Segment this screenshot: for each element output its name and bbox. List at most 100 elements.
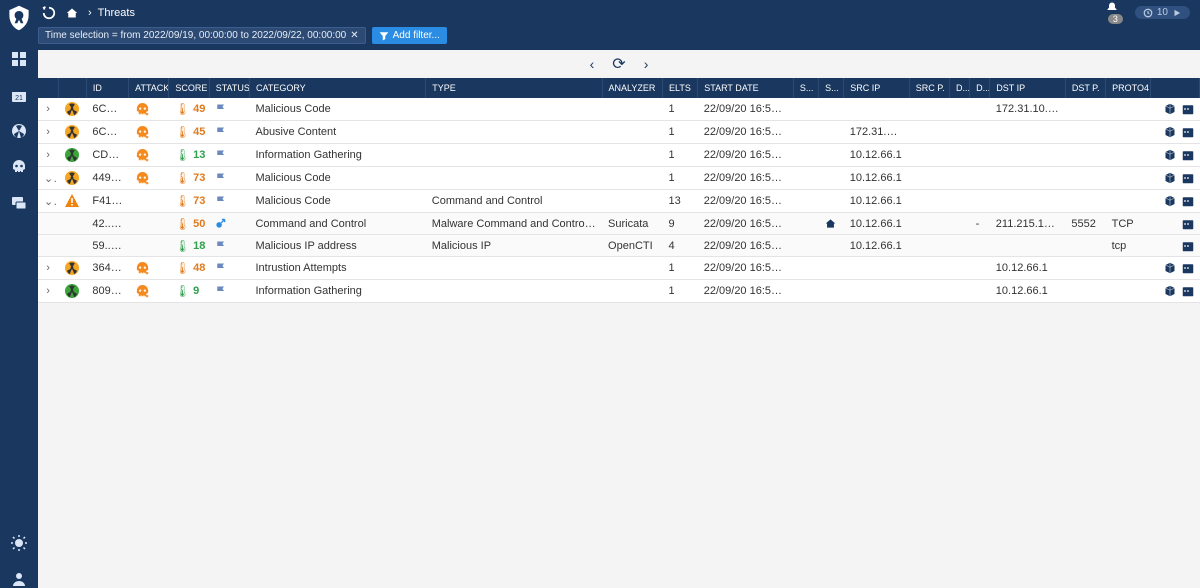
- col-s2[interactable]: S...: [819, 78, 844, 98]
- cell-proto: [1106, 257, 1151, 280]
- expand-toggle[interactable]: ⌄: [38, 190, 58, 213]
- row-action-cube[interactable]: [1164, 149, 1176, 161]
- time-filter-label: Time selection = from 2022/09/19, 00:00:…: [45, 30, 346, 41]
- table-row[interactable]: › 364C6... 🌡48 Intrustion Attempts 1 22/…: [38, 257, 1200, 280]
- col-d2[interactable]: D...: [970, 78, 990, 98]
- col-category[interactable]: CATEGORY: [249, 78, 425, 98]
- nav-dashboard-icon[interactable]: [10, 50, 28, 68]
- auto-refresh-pill[interactable]: 10: [1135, 6, 1190, 19]
- col-status[interactable]: STATUS: [209, 78, 249, 98]
- row-action-cal[interactable]: [1182, 218, 1194, 230]
- col-dstip[interactable]: DST IP: [990, 78, 1066, 98]
- row-action-cube[interactable]: [1164, 285, 1176, 297]
- cell-id: F4182...: [86, 190, 128, 213]
- col-attack[interactable]: ATTACK: [129, 78, 169, 98]
- table-row[interactable]: › 6CE2F... 🌡45 Abusive Content 1 22/09/2…: [38, 121, 1200, 144]
- expand-toggle[interactable]: ›: [38, 257, 58, 280]
- col-srcp[interactable]: SRC P.: [909, 78, 949, 98]
- table-row[interactable]: 42...events gr 🌡50 Command and Control M…: [38, 213, 1200, 235]
- nav-skull-icon[interactable]: [10, 158, 28, 176]
- col-type[interactable]: TYPE: [426, 78, 602, 98]
- col-elts[interactable]: ELTS: [662, 78, 697, 98]
- add-filter-button[interactable]: Add filter...: [372, 27, 447, 44]
- prev-page-icon[interactable]: ‹: [590, 56, 595, 72]
- cell-status[interactable]: [209, 98, 249, 121]
- table-row[interactable]: 59...events gr 🌡18 Malicious IP address …: [38, 235, 1200, 257]
- table-row[interactable]: ⌄ 44936... 🌡73 Malicious Code 1 22/09/20…: [38, 167, 1200, 190]
- cell-type: [426, 98, 602, 121]
- expand-toggle[interactable]: ›: [38, 144, 58, 167]
- nav-theme-icon[interactable]: [10, 534, 28, 552]
- row-action-cal[interactable]: [1182, 195, 1194, 207]
- row-action-cube[interactable]: [1164, 195, 1176, 207]
- nav-radiation-icon[interactable]: [10, 122, 28, 140]
- row-action-cal[interactable]: [1182, 172, 1194, 184]
- row-action-cal[interactable]: [1182, 149, 1194, 161]
- cell-attack: [129, 121, 169, 144]
- refresh-timer: 10: [1157, 7, 1168, 18]
- expand-toggle[interactable]: ⌄: [38, 167, 58, 190]
- cell-s2: [819, 144, 844, 167]
- home-icon[interactable]: [66, 7, 78, 19]
- expand-toggle[interactable]: ›: [38, 98, 58, 121]
- back-icon[interactable]: [42, 6, 56, 20]
- cell-status[interactable]: [209, 280, 249, 303]
- row-action-cal[interactable]: [1182, 240, 1194, 252]
- notifications-icon[interactable]: 3: [1106, 1, 1123, 25]
- male-icon: [215, 218, 243, 229]
- flag-icon: [215, 240, 243, 252]
- col-score[interactable]: SCORE: [169, 78, 209, 98]
- row-action-cube[interactable]: [1164, 262, 1176, 274]
- cell-status[interactable]: [209, 257, 249, 280]
- table-row[interactable]: › CD4FB... 🌡13 Information Gathering 1 2…: [38, 144, 1200, 167]
- row-action-cube[interactable]: [1164, 126, 1176, 138]
- col-s1[interactable]: S...: [793, 78, 818, 98]
- cell-start: 22/09/20 16:56:00: [698, 280, 794, 303]
- col-dstp[interactable]: DST P.: [1065, 78, 1105, 98]
- col-d1[interactable]: D...: [950, 78, 970, 98]
- nav-monitor-icon[interactable]: [10, 194, 28, 212]
- cell-status[interactable]: [209, 144, 249, 167]
- row-actions: [1157, 195, 1194, 207]
- thermometer-icon: 🌡: [175, 217, 190, 231]
- cell-srcip: 10.12.66.1: [844, 213, 909, 235]
- cell-elts: 1: [662, 257, 697, 280]
- time-filter-chip[interactable]: Time selection = from 2022/09/19, 00:00:…: [38, 27, 366, 44]
- threats-table: ID ATTACK SCORE STATUS CATEGORY TYPE ANA…: [38, 78, 1200, 303]
- expand-toggle[interactable]: ›: [38, 280, 58, 303]
- cell-category: Command and Control: [249, 213, 425, 235]
- col-start[interactable]: START DATE: [698, 78, 794, 98]
- row-action-cal[interactable]: [1182, 262, 1194, 274]
- close-icon[interactable]: ✕: [350, 30, 358, 41]
- cell-status[interactable]: [209, 121, 249, 144]
- cell-status[interactable]: [209, 235, 249, 257]
- row-action-cube[interactable]: [1164, 172, 1176, 184]
- cell-dstp: [1065, 144, 1105, 167]
- cell-category: Malicious Code: [249, 98, 425, 121]
- reload-icon[interactable]: ⟳: [612, 54, 625, 74]
- row-action-cal[interactable]: [1182, 126, 1194, 138]
- col-srcip[interactable]: SRC IP: [844, 78, 909, 98]
- thermometer-icon: 🌡: [175, 261, 190, 275]
- row-action-cal[interactable]: [1182, 103, 1194, 115]
- expand-toggle[interactable]: ›: [38, 121, 58, 144]
- nav-user-icon[interactable]: [10, 570, 28, 588]
- cell-status[interactable]: [209, 213, 249, 235]
- breadcrumb-page[interactable]: Threats: [98, 7, 135, 19]
- table-row[interactable]: › 809B1... 🌡9 Information Gathering 1 22…: [38, 280, 1200, 303]
- table-row[interactable]: ⌄ F4182... 🌡73 Malicious Code Command an…: [38, 190, 1200, 213]
- table-row[interactable]: › 6CE2F... 🌡49 Malicious Code 1 22/09/20…: [38, 98, 1200, 121]
- row-action-cal[interactable]: [1182, 285, 1194, 297]
- col-id[interactable]: ID: [86, 78, 128, 98]
- nav-calendar-icon[interactable]: 21: [10, 86, 28, 104]
- row-action-cube[interactable]: [1164, 103, 1176, 115]
- cell-id: CD4FB...: [86, 144, 128, 167]
- flag-icon: [215, 195, 243, 207]
- col-analyzer[interactable]: ANALYZER: [602, 78, 662, 98]
- next-page-icon[interactable]: ›: [644, 56, 649, 72]
- cell-d1: [950, 280, 970, 303]
- cell-status[interactable]: [209, 190, 249, 213]
- cell-status[interactable]: [209, 167, 249, 190]
- cell-d1: [950, 235, 970, 257]
- col-proto[interactable]: PROTO4: [1106, 78, 1151, 98]
